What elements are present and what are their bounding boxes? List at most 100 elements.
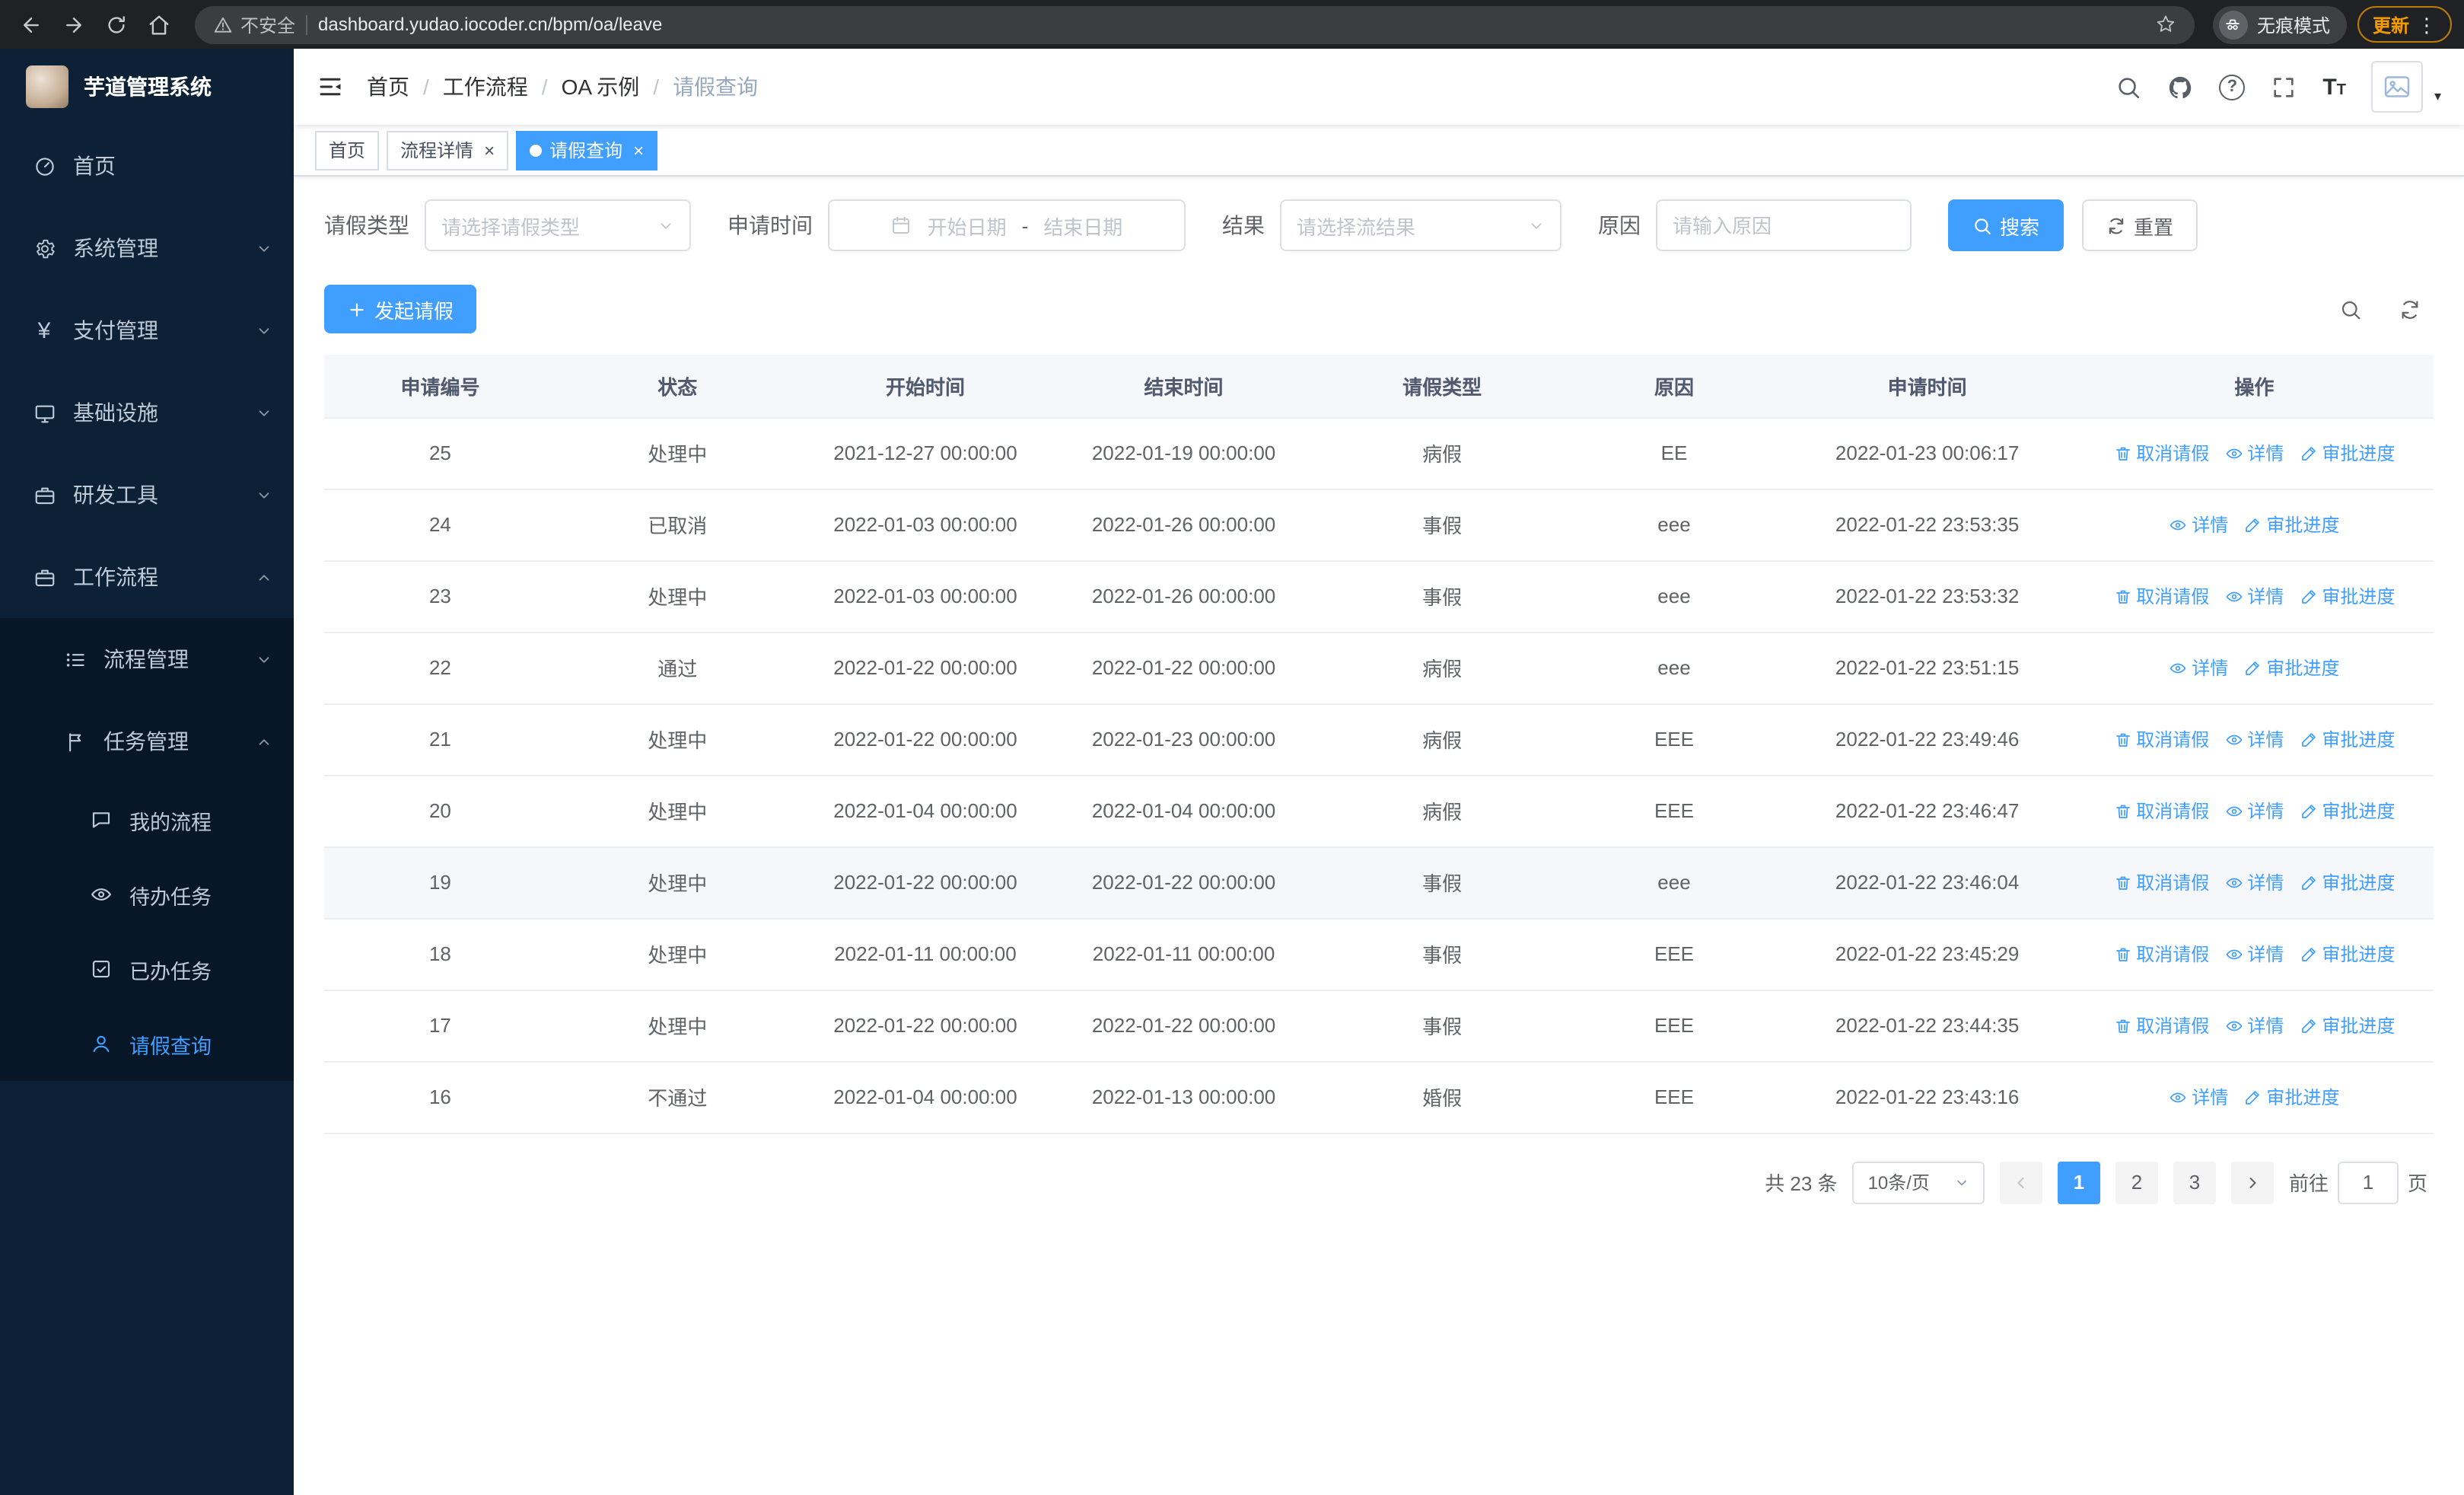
search-button[interactable]: 搜索 — [1948, 199, 2064, 251]
row-action-detail[interactable]: 详情 — [2224, 583, 2284, 609]
sidebar-item-payment[interactable]: ¥ 支付管理 — [0, 289, 294, 371]
sidebar-item-my-process[interactable]: 我的流程 — [0, 783, 294, 857]
page-button-3[interactable]: 3 — [2173, 1161, 2216, 1203]
row-action-detail[interactable]: 详情 — [2224, 869, 2284, 895]
close-icon[interactable]: × — [484, 141, 495, 159]
row-action-detail[interactable]: 详情 — [2224, 941, 2284, 967]
browser-home-button[interactable] — [140, 6, 177, 43]
create-leave-button[interactable]: 发起请假 — [324, 285, 477, 333]
row-action-detail[interactable]: 详情 — [2169, 655, 2228, 681]
next-page-button[interactable] — [2230, 1161, 2274, 1203]
sidebar-toggle-icon[interactable] — [317, 73, 344, 100]
bookmark-star-icon[interactable] — [2155, 14, 2176, 35]
row-action-progress[interactable]: 审批进度 — [2243, 512, 2339, 537]
table-row: 17 处理中 2022-01-22 00:00:00 2022-01-22 00… — [324, 990, 2434, 1062]
address-bar[interactable]: 不安全 dashboard.yudao.iocoder.cn/bpm/oa/le… — [195, 5, 2195, 43]
reason-input[interactable] — [1673, 214, 1895, 237]
close-icon[interactable]: × — [633, 141, 644, 159]
goto-page-input[interactable] — [2337, 1161, 2399, 1203]
reason-input-wrapper — [1656, 199, 1912, 251]
row-action-progress[interactable]: 审批进度 — [2299, 869, 2395, 895]
browser-back-button[interactable] — [12, 6, 49, 43]
row-action-progress[interactable]: 审批进度 — [2243, 655, 2339, 681]
security-indicator[interactable]: 不安全 — [213, 11, 295, 37]
header-search-icon[interactable] — [2115, 74, 2141, 100]
cell-leave-type: 病假 — [1315, 775, 1569, 847]
row-action-detail[interactable]: 详情 — [2224, 798, 2284, 824]
table-refresh-icon[interactable] — [2399, 298, 2421, 320]
row-action-progress[interactable]: 审批进度 — [2299, 798, 2395, 824]
cell-reason: EEE — [1568, 1061, 1780, 1133]
chevron-up-icon — [256, 733, 272, 750]
breadcrumb-home[interactable]: 首页 — [367, 72, 409, 102]
cell-start-time: 2022-01-03 00:00:00 — [798, 489, 1052, 561]
row-action-cancel[interactable]: 取消请假 — [2113, 1012, 2209, 1038]
prev-page-button[interactable] — [1999, 1161, 2042, 1203]
warning-icon — [213, 14, 233, 34]
table-row: 16 不通过 2022-01-04 00:00:00 2022-01-13 00… — [324, 1061, 2434, 1133]
cell-leave-type: 事假 — [1315, 489, 1569, 561]
cell-apply-id: 19 — [324, 846, 556, 919]
row-action-detail[interactable]: 详情 — [2169, 512, 2228, 537]
github-icon[interactable] — [2167, 74, 2193, 100]
sidebar-item-workflow[interactable]: 工作流程 — [0, 536, 294, 618]
row-action-detail[interactable]: 详情 — [2169, 1084, 2228, 1110]
sidebar-item-devtools[interactable]: 研发工具 — [0, 454, 294, 536]
sidebar-item-process-mgmt[interactable]: 流程管理 — [0, 618, 294, 700]
font-size-icon[interactable]: TT — [2322, 74, 2346, 100]
page-size-select[interactable]: 10条/页 — [1852, 1161, 1985, 1203]
row-action-detail[interactable]: 详情 — [2224, 440, 2284, 466]
browser-reload-button[interactable] — [97, 6, 134, 43]
sidebar-item-done-task[interactable]: 已办任务 — [0, 932, 294, 1006]
user-menu-caret-icon[interactable]: ▾ — [2434, 88, 2441, 113]
row-action-cancel[interactable]: 取消请假 — [2113, 726, 2209, 752]
row-action-cancel[interactable]: 取消请假 — [2113, 869, 2209, 895]
help-icon[interactable]: ? — [2219, 74, 2246, 100]
tab-home[interactable]: 首页 — [315, 130, 380, 170]
sidebar-item-todo-task[interactable]: 待办任务 — [0, 857, 294, 932]
cell-apply-time: 2022-01-22 23:44:35 — [1779, 990, 2075, 1062]
sidebar-item-home[interactable]: 首页 — [0, 125, 294, 207]
row-action-progress[interactable]: 审批进度 — [2299, 1012, 2395, 1038]
cell-start-time: 2022-01-22 00:00:00 — [798, 846, 1052, 919]
cell-leave-type: 婚假 — [1315, 1061, 1569, 1133]
cell-actions: 详情 审批进度 — [2074, 1061, 2434, 1133]
row-action-progress[interactable]: 审批进度 — [2299, 726, 2395, 752]
app-title: 芋道管理系统 — [84, 75, 212, 99]
toggle-search-icon[interactable] — [2339, 298, 2362, 320]
reset-button[interactable]: 重置 — [2082, 199, 2198, 251]
leave-type-select[interactable]: 请选择请假类型 — [425, 199, 691, 251]
cell-start-time: 2021-12-27 00:00:00 — [798, 417, 1052, 489]
row-action-detail[interactable]: 详情 — [2224, 726, 2284, 752]
user-avatar[interactable] — [2371, 61, 2424, 113]
row-action-cancel[interactable]: 取消请假 — [2113, 440, 2209, 466]
row-action-detail[interactable]: 详情 — [2224, 1012, 2284, 1038]
browser-forward-button[interactable] — [55, 6, 91, 43]
row-action-cancel[interactable]: 取消请假 — [2113, 798, 2209, 824]
row-action-cancel[interactable]: 取消请假 — [2113, 941, 2209, 967]
sidebar-item-task-mgmt[interactable]: 任务管理 — [0, 700, 294, 783]
tab-process-detail[interactable]: 流程详情 × — [387, 130, 509, 170]
page-button-1[interactable]: 1 — [2057, 1161, 2100, 1203]
page-button-2[interactable]: 2 — [2115, 1161, 2158, 1203]
result-select[interactable]: 请选择流结果 — [1280, 199, 1561, 251]
fullscreen-icon[interactable] — [2271, 74, 2297, 100]
browser-chrome: 不安全 dashboard.yudao.iocoder.cn/bpm/oa/le… — [0, 0, 2464, 49]
sidebar-item-infra[interactable]: 基础设施 — [0, 371, 294, 454]
browser-menu-button[interactable]: 更新 ⋮ — [2357, 6, 2452, 43]
row-action-progress[interactable]: 审批进度 — [2299, 941, 2395, 967]
table-tools — [2339, 298, 2434, 320]
row-action-progress[interactable]: 审批进度 — [2299, 583, 2395, 609]
monitor-icon — [30, 401, 58, 424]
tab-leave-query[interactable]: 请假查询 × — [516, 130, 658, 170]
yen-icon: ¥ — [37, 317, 51, 343]
row-action-cancel[interactable]: 取消请假 — [2113, 583, 2209, 609]
app-logo[interactable]: 芋道管理系统 — [0, 49, 294, 125]
sidebar-item-leave-query[interactable]: 请假查询 — [0, 1006, 294, 1081]
cell-status: 处理中 — [556, 775, 799, 847]
row-action-progress[interactable]: 审批进度 — [2299, 440, 2395, 466]
sidebar-item-system[interactable]: 系统管理 — [0, 207, 294, 289]
cell-apply-id: 18 — [324, 918, 556, 990]
row-action-progress[interactable]: 审批进度 — [2243, 1084, 2339, 1110]
apply-time-range-picker[interactable]: 开始日期 - 结束日期 — [828, 199, 1186, 251]
